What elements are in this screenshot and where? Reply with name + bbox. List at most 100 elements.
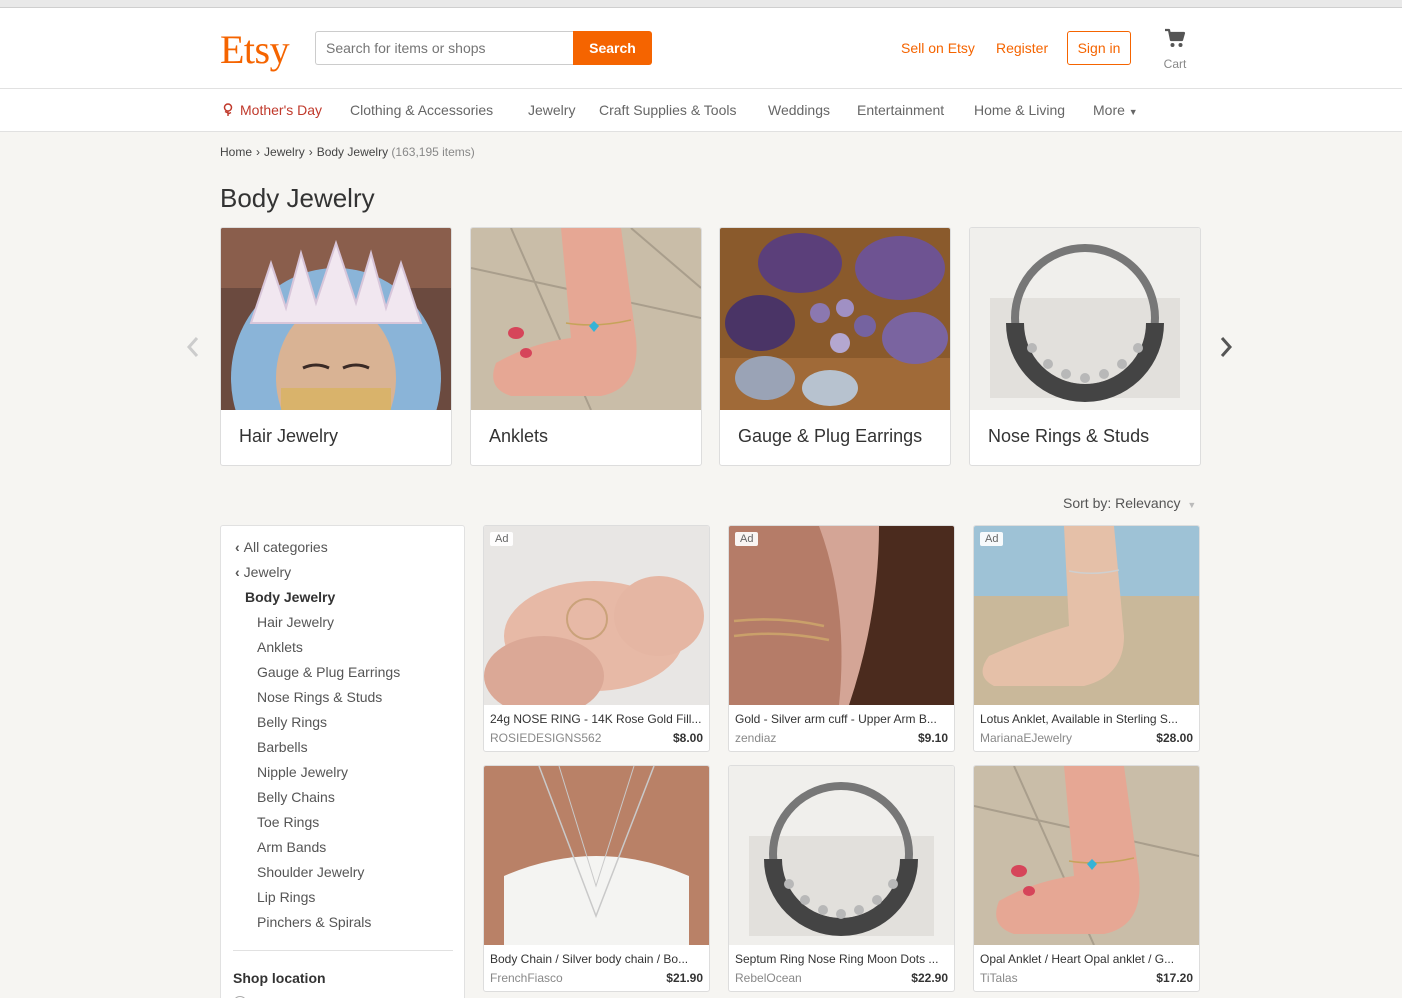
register-link[interactable]: Register bbox=[996, 40, 1048, 56]
sidebar-item-gauge-plug[interactable]: Gauge & Plug Earrings bbox=[257, 664, 400, 680]
listing-title[interactable]: Body Chain / Silver body chain / Bo... bbox=[490, 952, 702, 966]
listing-price: $9.10 bbox=[917, 731, 948, 745]
shop-location-heading: Shop location bbox=[233, 970, 326, 986]
sell-on-etsy-link[interactable]: Sell on Etsy bbox=[901, 40, 975, 56]
sidebar-item-hair-jewelry[interactable]: Hair Jewelry bbox=[257, 614, 334, 630]
listing-image: Ad bbox=[729, 526, 954, 705]
category-image bbox=[720, 228, 950, 410]
listing-price: $22.90 bbox=[911, 971, 948, 985]
sign-in-button[interactable]: Sign in bbox=[1067, 31, 1131, 65]
sidebar-item-nose-rings[interactable]: Nose Rings & Studs bbox=[257, 689, 382, 705]
listing-title[interactable]: Gold - Silver arm cuff - Upper Arm B... bbox=[735, 712, 947, 726]
listing-card[interactable]: Ad Gold - Silver arm cuff - Upper Arm B.… bbox=[728, 525, 955, 752]
listing-shop[interactable]: zendiaz bbox=[735, 731, 776, 745]
listing-title[interactable]: Lotus Anklet, Available in Sterling S... bbox=[980, 712, 1192, 726]
listing-shop[interactable]: MarianaEJewelry bbox=[980, 731, 1072, 745]
sort-dropdown[interactable]: Sort by: Relevancy ▼ bbox=[1063, 495, 1196, 511]
category-card-hair-jewelry[interactable]: Hair Jewelry bbox=[220, 227, 452, 466]
nav-item-home-living[interactable]: Home & Living bbox=[974, 102, 1065, 118]
category-label: Hair Jewelry bbox=[239, 426, 339, 446]
carousel-next-arrow[interactable] bbox=[1219, 335, 1233, 366]
ad-badge: Ad bbox=[735, 532, 759, 546]
chevron-left-icon bbox=[186, 337, 199, 357]
listing-shop[interactable]: RebelOcean bbox=[735, 971, 802, 985]
sidebar-item-shoulder-jewelry[interactable]: Shoulder Jewelry bbox=[257, 864, 364, 880]
sidebar-item-label: All categories bbox=[243, 539, 328, 555]
category-label: Nose Rings & Studs bbox=[988, 426, 1150, 446]
category-label: Gauge & Plug Earrings bbox=[738, 426, 923, 446]
ad-badge: Ad bbox=[490, 532, 514, 546]
chevron-right-icon: › bbox=[256, 145, 261, 159]
chevron-left-icon: ‹ bbox=[235, 564, 240, 580]
listing-image bbox=[484, 766, 709, 945]
listing-title[interactable]: Opal Anklet / Heart Opal anklet / G... bbox=[980, 952, 1192, 966]
etsy-logo[interactable]: Etsy bbox=[220, 26, 290, 73]
category-card-anklets[interactable]: Anklets bbox=[470, 227, 702, 466]
category-label: Anklets bbox=[489, 426, 549, 446]
search-button[interactable]: Search bbox=[573, 31, 652, 65]
sidebar-item-belly-chains[interactable]: Belly Chains bbox=[257, 789, 335, 805]
listing-card[interactable]: Septum Ring Nose Ring Moon Dots ... Rebe… bbox=[728, 765, 955, 992]
nav-item-more[interactable]: More ▼ bbox=[1093, 102, 1138, 118]
sidebar-item-pinchers-spirals[interactable]: Pinchers & Spirals bbox=[257, 914, 371, 930]
listing-card[interactable]: Ad Lotus Anklet, Available in Sterling S… bbox=[973, 525, 1200, 752]
site-header: Etsy Search Sell on Etsy Register Sign i… bbox=[0, 8, 1402, 89]
listing-image: Ad bbox=[974, 526, 1199, 705]
category-image bbox=[471, 228, 701, 410]
listing-price: $21.90 bbox=[666, 971, 703, 985]
category-card-nose-rings[interactable]: Nose Rings & Studs bbox=[969, 227, 1201, 466]
nav-item-weddings[interactable]: Weddings bbox=[768, 102, 830, 118]
listing-card[interactable]: Ad 24g NOSE RING - 14K Rose Gold Fill...… bbox=[483, 525, 710, 752]
nav-item-mothers-day[interactable]: Mother's Day bbox=[222, 102, 322, 118]
listing-price: $17.20 bbox=[1156, 971, 1193, 985]
cart-button[interactable]: Cart bbox=[1155, 28, 1195, 71]
listing-title[interactable]: 24g NOSE RING - 14K Rose Gold Fill... bbox=[490, 712, 702, 726]
nav-item-clothing[interactable]: Clothing & Accessories bbox=[350, 102, 493, 118]
sidebar-item-lip-rings[interactable]: Lip Rings bbox=[257, 889, 315, 905]
sidebar-all-categories[interactable]: ‹ All categories bbox=[235, 539, 328, 555]
browser-top-strip bbox=[0, 0, 1402, 8]
sidebar-divider bbox=[233, 950, 453, 951]
category-image bbox=[221, 228, 451, 410]
sort-label: Sort by: Relevancy bbox=[1063, 495, 1181, 511]
listing-image bbox=[974, 766, 1199, 945]
chevron-right-icon: › bbox=[308, 145, 313, 159]
nav-item-jewelry[interactable]: Jewelry bbox=[528, 102, 575, 118]
rose-icon bbox=[223, 103, 233, 116]
chevron-right-icon bbox=[1220, 337, 1233, 357]
listing-shop[interactable]: FrenchFiasco bbox=[490, 971, 563, 985]
category-image bbox=[970, 228, 1200, 410]
breadcrumb-current[interactable]: Body Jewelry bbox=[317, 145, 388, 159]
sidebar-item-belly-rings[interactable]: Belly Rings bbox=[257, 714, 327, 730]
sidebar-item-toe-rings[interactable]: Toe Rings bbox=[257, 814, 319, 830]
item-count: (163,195 items) bbox=[391, 145, 475, 159]
cart-icon bbox=[1165, 28, 1186, 47]
sidebar-item-anklets[interactable]: Anklets bbox=[257, 639, 303, 655]
chevron-left-icon: ‹ bbox=[235, 539, 240, 555]
listing-image bbox=[729, 766, 954, 945]
sidebar-item-label: Jewelry bbox=[243, 564, 292, 580]
listing-shop[interactable]: ROSIEDESIGNS562 bbox=[490, 731, 601, 745]
listing-card[interactable]: Body Chain / Silver body chain / Bo... F… bbox=[483, 765, 710, 992]
listing-title[interactable]: Septum Ring Nose Ring Moon Dots ... bbox=[735, 952, 947, 966]
sidebar-item-arm-bands[interactable]: Arm Bands bbox=[257, 839, 326, 855]
nav-item-entertainment[interactable]: Entertainment bbox=[857, 102, 944, 118]
sidebar-item-barbells[interactable]: Barbells bbox=[257, 739, 308, 755]
sidebar-parent-jewelry[interactable]: ‹ Jewelry bbox=[235, 564, 291, 580]
breadcrumb-jewelry[interactable]: Jewelry bbox=[264, 145, 305, 159]
caret-down-icon: ▼ bbox=[1128, 107, 1138, 117]
category-sidebar: ‹ All categories ‹ Jewelry Body Jewelry Ha… bbox=[220, 525, 465, 998]
listing-card[interactable]: Opal Anklet / Heart Opal anklet / G... T… bbox=[973, 765, 1200, 992]
nav-label-mothers-day: Mother's Day bbox=[240, 102, 323, 118]
breadcrumb-home[interactable]: Home bbox=[220, 145, 252, 159]
listing-price: $28.00 bbox=[1156, 731, 1193, 745]
category-card-gauge-plug[interactable]: Gauge & Plug Earrings bbox=[719, 227, 951, 466]
listing-shop[interactable]: TiTalas bbox=[980, 971, 1018, 985]
carousel-prev-arrow[interactable] bbox=[186, 335, 200, 366]
search-input[interactable] bbox=[315, 31, 574, 65]
listing-price: $8.00 bbox=[672, 731, 703, 745]
sidebar-current-body-jewelry[interactable]: Body Jewelry bbox=[245, 589, 335, 605]
sidebar-item-nipple-jewelry[interactable]: Nipple Jewelry bbox=[257, 764, 348, 780]
page-title: Body Jewelry bbox=[220, 183, 375, 213]
nav-item-craft-supplies[interactable]: Craft Supplies & Tools bbox=[599, 102, 736, 118]
